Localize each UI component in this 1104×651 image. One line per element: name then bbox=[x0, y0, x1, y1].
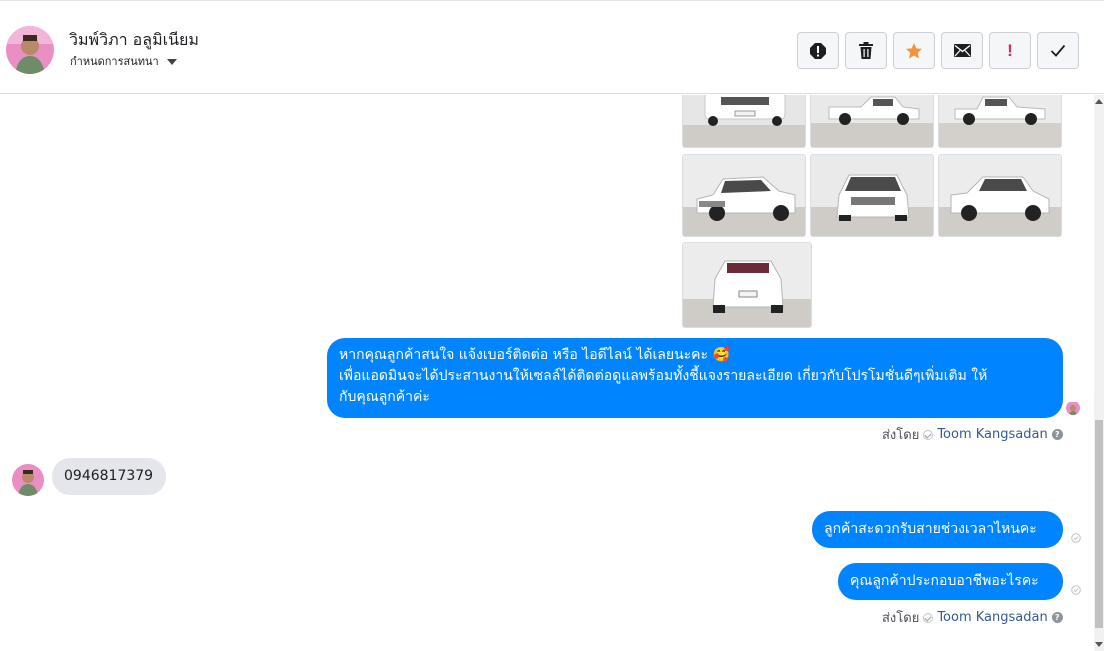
help-icon[interactable]: ? bbox=[1051, 429, 1063, 440]
sent-by-label: ส่งโดย bbox=[882, 428, 920, 443]
contact-name[interactable]: วิมพ์วิภา อลูมิเนียม bbox=[69, 28, 199, 53]
verified-icon bbox=[923, 429, 934, 440]
assign-conversation-label: กำหนดการสนทนา bbox=[70, 55, 159, 68]
car-photo-2[interactable] bbox=[810, 95, 934, 148]
message-text: 0946817379 bbox=[64, 468, 154, 484]
car-photo-3[interactable] bbox=[938, 95, 1062, 148]
scroll-down-icon[interactable] bbox=[1095, 642, 1103, 647]
star-button[interactable] bbox=[893, 32, 935, 69]
conversation-actions: ! bbox=[797, 32, 1079, 69]
contact-avatar-small[interactable] bbox=[12, 464, 44, 496]
agent-name[interactable]: Toom Kangsadan bbox=[937, 427, 1047, 442]
delivered-icon bbox=[1071, 585, 1081, 595]
sent-by-info: ส่งโดย Toom Kangsadan ? bbox=[882, 424, 1063, 445]
outgoing-message-3[interactable]: คุณลูกค้าประกอบอาชีพอะไรคะ bbox=[838, 563, 1063, 600]
message-line: กับคุณลูกค้าค่ะ bbox=[339, 389, 430, 405]
caret-down-icon bbox=[166, 59, 177, 65]
follow-up-button[interactable]: ! bbox=[989, 32, 1031, 69]
assign-conversation-dropdown[interactable]: กำหนดการสนทนา bbox=[70, 52, 177, 70]
outgoing-message-1[interactable]: หากคุณลูกค้าสนใจ แจ้งเบอร์ติดต่อ หรือ ไอ… bbox=[327, 338, 1063, 418]
outgoing-message-2[interactable]: ลูกค้าสะดวกรับสายช่วงเวลาไหนคะ bbox=[812, 511, 1063, 548]
sent-by-info: ส่งโดย Toom Kangsadan ? bbox=[882, 607, 1063, 628]
delivered-icon bbox=[1071, 533, 1081, 543]
car-photo-7[interactable] bbox=[682, 242, 812, 328]
envelope-icon bbox=[953, 44, 971, 57]
exclamation-icon: ! bbox=[1007, 40, 1013, 60]
check-icon bbox=[1050, 44, 1066, 57]
thread-scrollbar[interactable] bbox=[1094, 95, 1104, 651]
message-line: เพื่อแอดมินจะได้ประสานงานให้เซลล์ได้ติดต… bbox=[339, 368, 988, 384]
car-photo-4[interactable] bbox=[682, 154, 806, 237]
verified-icon bbox=[923, 612, 934, 623]
seen-avatar bbox=[1066, 401, 1080, 415]
contact-avatar[interactable] bbox=[6, 26, 54, 74]
help-icon[interactable]: ? bbox=[1051, 612, 1063, 623]
sent-by-label: ส่งโดย bbox=[882, 611, 920, 626]
incoming-message-1[interactable]: 0946817379 bbox=[52, 458, 166, 495]
car-photo-5[interactable] bbox=[810, 154, 934, 237]
message-thread[interactable]: หากคุณลูกค้าสนใจ แจ้งเบอร์ติดต่อ หรือ ไอ… bbox=[0, 95, 1104, 651]
agent-name[interactable]: Toom Kangsadan bbox=[937, 610, 1047, 625]
mark-done-button[interactable] bbox=[1037, 32, 1079, 69]
delete-button[interactable] bbox=[845, 32, 887, 69]
mark-spam-button[interactable] bbox=[797, 32, 839, 69]
alert-icon bbox=[810, 42, 826, 59]
message-line: หากคุณลูกค้าสนใจ แจ้งเบอร์ติดต่อ หรือ ไอ… bbox=[339, 347, 730, 363]
scroll-up-icon[interactable] bbox=[1095, 99, 1103, 104]
star-icon bbox=[906, 42, 922, 58]
car-photo-6[interactable] bbox=[938, 154, 1062, 237]
mark-unread-button[interactable] bbox=[941, 32, 983, 69]
message-text: คุณลูกค้าประกอบอาชีพอะไรคะ bbox=[850, 573, 1039, 589]
car-photo-1[interactable] bbox=[682, 95, 806, 148]
trash-icon bbox=[859, 42, 873, 59]
scrollbar-thumb[interactable] bbox=[1095, 420, 1103, 628]
message-text: ลูกค้าสะดวกรับสายช่วงเวลาไหนคะ bbox=[824, 521, 1037, 537]
conversation-header: วิมพ์วิภา อลูมิเนียม กำหนดการสนทนา ! bbox=[0, 0, 1104, 94]
